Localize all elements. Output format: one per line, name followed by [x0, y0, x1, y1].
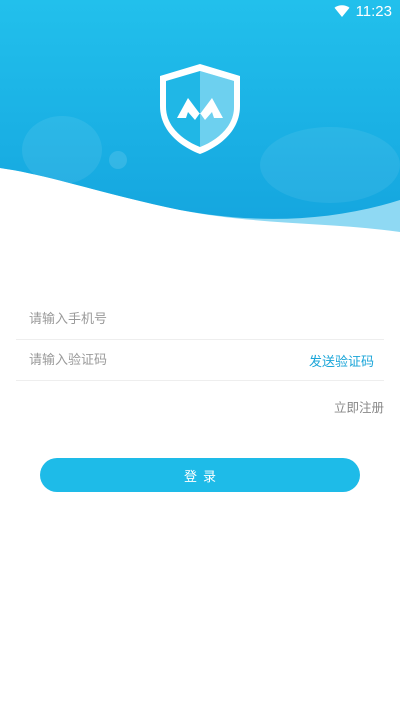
- status-time: 11:23: [355, 3, 392, 20]
- login-button[interactable]: 登录: [40, 458, 360, 492]
- phone-row: [16, 299, 384, 340]
- verification-code-input[interactable]: [29, 349, 289, 371]
- code-row: 发送验证码: [16, 340, 384, 381]
- register-link[interactable]: 立即注册: [334, 397, 384, 416]
- login-screen: 11:23 发送验证码 立即注册 登录: [0, 0, 400, 711]
- phone-input[interactable]: [29, 308, 289, 330]
- send-code-button[interactable]: 发送验证码: [309, 351, 374, 370]
- status-bar: 11:23: [0, 0, 400, 24]
- header-banner: 11:23: [0, 0, 400, 235]
- shield-logo-icon: [160, 64, 240, 154]
- wifi-icon: [334, 5, 350, 17]
